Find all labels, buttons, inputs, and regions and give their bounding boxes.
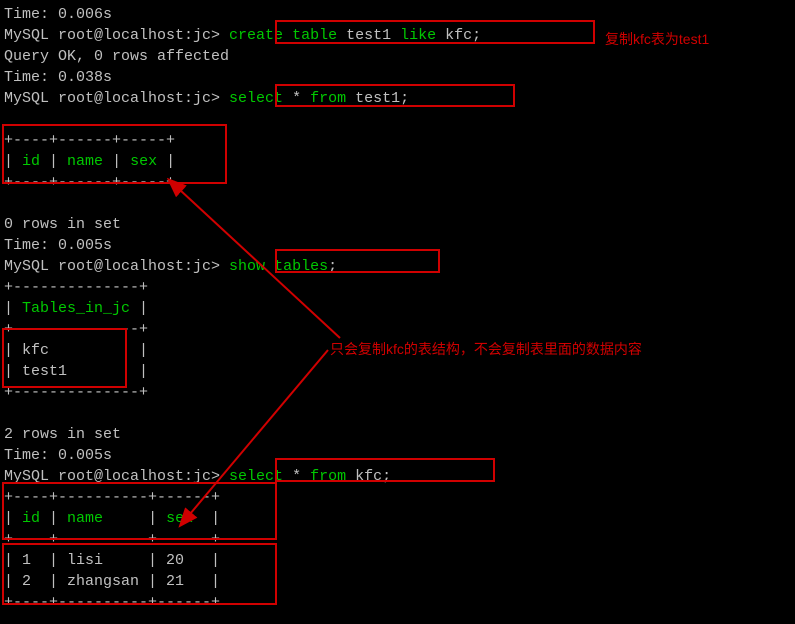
output-line: Time: 0.038s <box>4 67 791 88</box>
output-line: Time: 0.006s <box>4 4 791 25</box>
prompt-line: MySQL root@localhost:jc> select * from t… <box>4 88 791 109</box>
table-sep: +--------------+ <box>4 319 791 340</box>
table-row: | test1 | <box>4 361 791 382</box>
table-sep: +----+----------+------+ <box>4 592 791 613</box>
output-line: Time: 0.005s <box>4 445 791 466</box>
table-sep: +----+------+-----+ <box>4 172 791 193</box>
table-row: | 2 | zhangsan | 21 | <box>4 571 791 592</box>
table-sep: +--------------+ <box>4 382 791 403</box>
annotation-text: 只会复制kfc的表结构，不会复制表里面的数据内容 <box>330 340 642 360</box>
table-sep: +----+------+-----+ <box>4 130 791 151</box>
prompt-line: MySQL root@localhost:jc> show tables; <box>4 256 791 277</box>
prompt-line: MySQL root@localhost:jc> select * from k… <box>4 466 791 487</box>
table-header: | Tables_in_jc | <box>4 298 791 319</box>
output-line: 0 rows in set <box>4 214 791 235</box>
output-line <box>4 109 791 130</box>
table-header: | id | name | sex | <box>4 508 791 529</box>
output-line: Time: 0.005s <box>4 235 791 256</box>
table-sep: +--------------+ <box>4 277 791 298</box>
table-row: | 1 | lisi | 20 | <box>4 550 791 571</box>
output-line <box>4 193 791 214</box>
output-line: 2 rows in set <box>4 424 791 445</box>
output-line <box>4 403 791 424</box>
table-sep: +----+----------+------+ <box>4 529 791 550</box>
table-header: | id | name | sex | <box>4 151 791 172</box>
annotation-text: 复制kfc表为test1 <box>605 30 709 50</box>
table-sep: +----+----------+------+ <box>4 487 791 508</box>
